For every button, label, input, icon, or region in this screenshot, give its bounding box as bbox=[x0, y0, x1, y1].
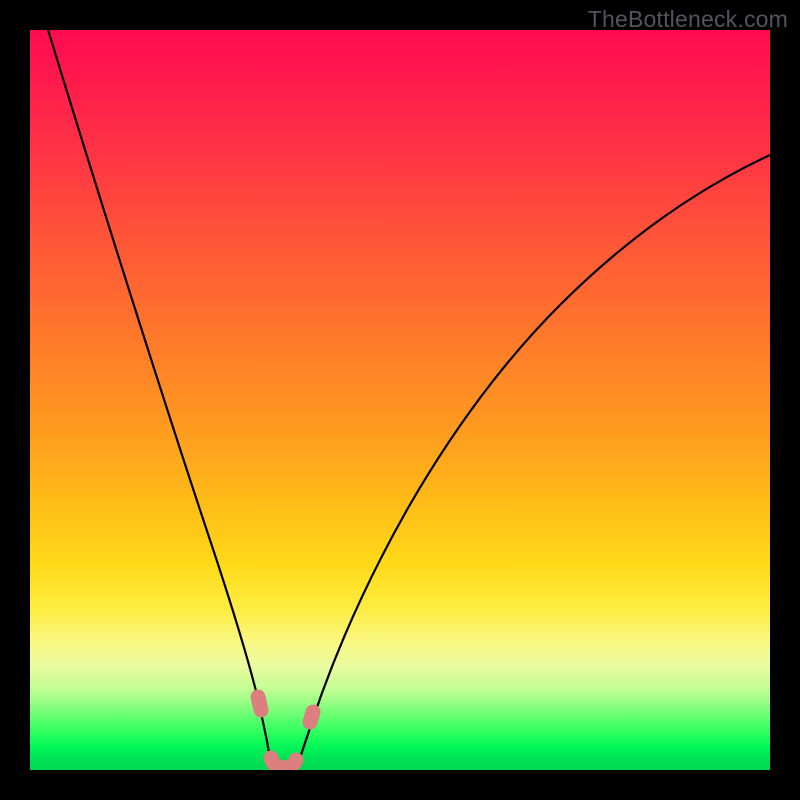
watermark-text: TheBottleneck.com bbox=[588, 6, 788, 33]
optimal-marker-right bbox=[310, 712, 313, 722]
bottleneck-curve-svg bbox=[30, 30, 770, 770]
curve-right-branch bbox=[298, 155, 770, 763]
optimal-marker-bottom bbox=[271, 758, 296, 768]
chart-frame: TheBottleneck.com bbox=[0, 0, 800, 800]
curve-left-branch bbox=[45, 30, 271, 762]
optimal-marker-left bbox=[258, 697, 261, 710]
plot-area bbox=[30, 30, 770, 770]
